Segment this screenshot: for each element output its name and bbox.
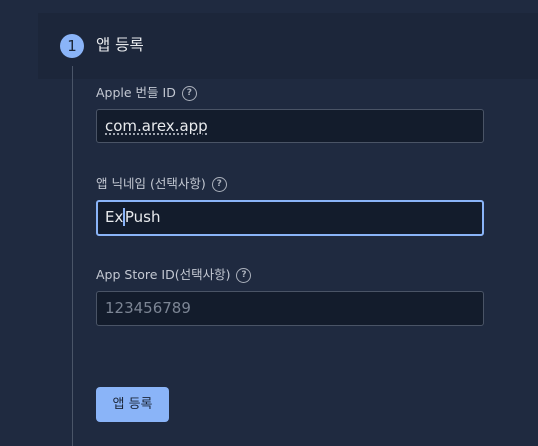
step-title: 앱 등록 xyxy=(96,36,144,54)
nickname-input[interactable]: Ex Push xyxy=(96,200,484,236)
app-store-id-label: App Store ID(선택사항) ? xyxy=(96,267,252,283)
bundle-id-input[interactable]: com.arex.app xyxy=(96,109,484,143)
app-store-id-label-text: App Store ID(선택사항) xyxy=(96,267,231,282)
register-app-button[interactable]: 앱 등록 xyxy=(96,387,169,422)
help-icon[interactable]: ? xyxy=(211,176,227,192)
nickname-label-text: 앱 닉네임 (선택사항) xyxy=(96,176,206,191)
bundle-id-label: Apple 번들 ID ? xyxy=(96,85,197,101)
nickname-value-before-caret: Ex xyxy=(105,208,124,226)
bundle-id-value: com.arex.app xyxy=(105,117,208,135)
step-connector-line xyxy=(72,66,73,446)
help-icon[interactable]: ? xyxy=(236,267,252,283)
step-number-badge: 1 xyxy=(60,34,84,58)
nickname-label: 앱 닉네임 (선택사항) ? xyxy=(96,176,227,192)
nickname-value-after-caret: Push xyxy=(124,208,161,226)
bundle-id-label-text: Apple 번들 ID xyxy=(96,85,176,100)
app-store-id-input[interactable]: 123456789 xyxy=(96,291,484,326)
help-icon[interactable]: ? xyxy=(181,85,197,101)
app-store-id-placeholder: 123456789 xyxy=(105,299,191,317)
